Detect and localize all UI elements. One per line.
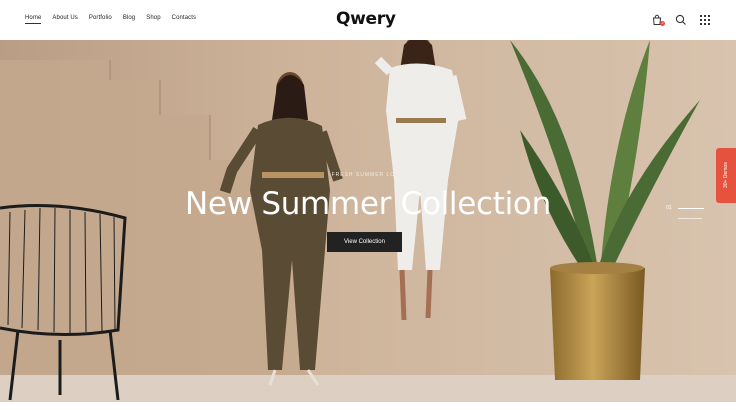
site-header: Home About Us Portfolio Blog Shop Contac… — [0, 0, 736, 40]
hero-slider: FRESH SUMMER LOOK New Summer Collection … — [0, 40, 736, 402]
page-bottom-edge — [0, 402, 736, 410]
cart-count-badge: 0 — [660, 21, 665, 26]
nav-item-shop[interactable]: Shop — [146, 15, 160, 21]
nav-item-blog[interactable]: Blog — [123, 15, 135, 21]
demos-side-tab[interactable]: 30+ Demos — [716, 148, 736, 203]
header-icons: 0 — [651, 13, 711, 26]
slide-indicator[interactable]: 01 — [666, 205, 704, 211]
main-nav: Home About Us Portfolio Blog Shop Contac… — [25, 15, 207, 24]
nav-item-about-us[interactable]: About Us — [52, 15, 77, 21]
brand-logo[interactable]: Qwery — [336, 9, 396, 29]
slide-progress-line — [677, 207, 704, 209]
hero-kicker: FRESH SUMMER LOOK — [331, 172, 405, 178]
cart-icon[interactable]: 0 — [651, 13, 665, 26]
view-collection-button[interactable]: View Collection — [327, 232, 402, 252]
nav-item-portfolio[interactable]: Portfolio — [89, 15, 112, 21]
slide-next-line[interactable] — [678, 218, 702, 219]
nav-item-contacts[interactable]: Contacts — [172, 15, 196, 21]
nav-item-home[interactable]: Home — [25, 15, 42, 24]
hero-title: New Summer Collection — [185, 186, 551, 222]
grid-menu-icon[interactable] — [699, 13, 711, 25]
search-icon[interactable] — [675, 13, 687, 25]
slide-number: 01 — [666, 205, 672, 211]
